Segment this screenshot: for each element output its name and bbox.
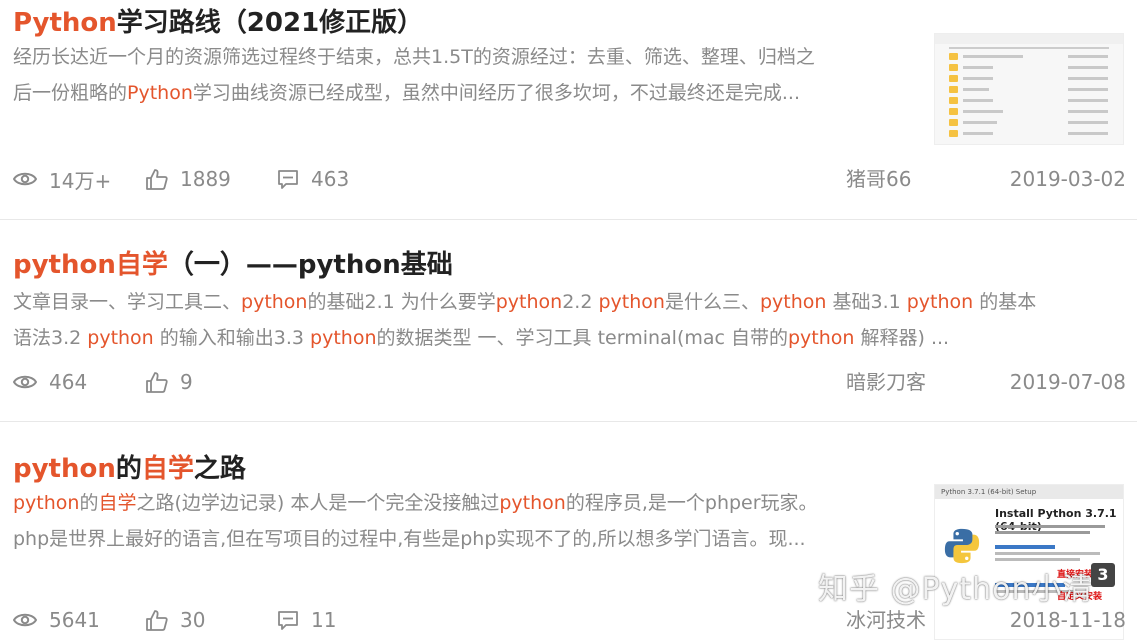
excerpt-line-2: 后一份粗略的Python学习曲线资源已经成型，虽然中间经历了很多坎坷，不过最终还… [13, 82, 801, 104]
folder-icon [949, 64, 1108, 71]
folder-icon [949, 53, 1108, 60]
watermark-badge: 3 [1091, 563, 1115, 587]
installer-window-title: Python 3.7.1 (64-bit) Setup [935, 485, 1123, 499]
installer-text-line [995, 525, 1105, 528]
title-highlight: Python [13, 8, 117, 38]
installer-heading: Install Python 3.7.1 (64-bit) [995, 507, 1117, 533]
result-excerpt[interactable]: 文章目录一、学习工具二、python的基础2.1 为什么要学python2.2 … [13, 284, 1036, 356]
result-meta: 14万+ 1889 463 猪哥66 2019-03-02 [0, 164, 1137, 194]
author-name[interactable]: 冰河技术 [846, 605, 926, 635]
thumbs-up-icon [146, 169, 168, 190]
eye-icon [13, 613, 37, 627]
result-title[interactable]: Python学习路线（2021修正版） [13, 2, 423, 39]
view-count: 5641 [13, 605, 100, 635]
title-text: 之路 [193, 454, 246, 484]
comment-count[interactable]: 463 [277, 164, 349, 194]
like-count[interactable]: 1889 [145, 164, 231, 194]
view-count-value: 5641 [49, 608, 100, 632]
result-excerpt[interactable]: python的自学之路(边学边记录) 本人是一个完全没接触过python的程序员… [13, 485, 818, 557]
author-name[interactable]: 猪哥66 [846, 164, 911, 194]
thumb-header-line [949, 47, 1109, 49]
result-thumbnail[interactable] [934, 33, 1124, 145]
folder-icon [949, 108, 1108, 115]
like-count-value: 30 [180, 608, 206, 632]
excerpt-line-1: 经历长达近一个月的资源筛选过程终于结束，总共1.5T的资源经过：去重、筛选、整理… [13, 46, 815, 68]
installer-text-line [995, 531, 1090, 534]
result-meta: 464 9 暗影刀客 2019-07-08 [0, 367, 1137, 397]
installer-text-line [995, 552, 1100, 555]
folder-icon [949, 130, 1108, 137]
author-name[interactable]: 暗影刀客 [846, 367, 926, 397]
thumbs-up-icon [146, 610, 168, 631]
comment-count-value: 463 [311, 167, 350, 191]
thumb-address-bar [935, 34, 1123, 44]
comment-count[interactable]: 11 [277, 605, 336, 635]
title-highlight: python [13, 454, 116, 484]
result-meta: 5641 30 11 冰河技术 2018-11-18 [0, 605, 1137, 635]
excerpt-line-1: 文章目录一、学习工具二、python的基础2.1 为什么要学python2.2 … [13, 291, 1037, 313]
title-text: 学习路线（2021修正版） [116, 8, 424, 38]
eye-icon [13, 172, 37, 186]
publish-date: 2018-11-18 [1009, 608, 1126, 632]
result-title[interactable]: python自学（一）——python基础 [13, 244, 453, 281]
like-count[interactable]: 30 [145, 605, 205, 635]
excerpt-line-2: 语法3.2 python 的输入和输出3.3 python的数据类型 一、学习工… [13, 327, 950, 349]
thumbs-up-icon [146, 372, 168, 393]
title-highlight: 自学 [141, 454, 194, 484]
folder-icon [949, 119, 1108, 126]
comment-icon [278, 169, 298, 189]
comment-icon [278, 610, 298, 630]
view-count: 14万+ [13, 164, 111, 194]
installer-text-line [995, 558, 1080, 561]
search-result-1[interactable]: Python学习路线（2021修正版） 经历长达近一个月的资源筛选过程终于结束，… [0, 0, 1137, 220]
view-count-value: 464 [49, 370, 88, 394]
view-count: 464 [13, 367, 87, 397]
search-result-2[interactable]: python自学（一）——python基础 文章目录一、学习工具二、python… [0, 220, 1137, 422]
folder-icon [949, 97, 1108, 104]
excerpt-line-1: python的自学之路(边学边记录) 本人是一个完全没接触过python的程序员… [13, 492, 818, 514]
eye-icon [13, 375, 37, 389]
title-highlight: python自学 [13, 250, 168, 280]
comment-count-value: 11 [311, 608, 337, 632]
publish-date: 2019-03-02 [1009, 167, 1126, 191]
result-excerpt[interactable]: 经历长达近一个月的资源筛选过程终于结束，总共1.5T的资源经过：去重、筛选、整理… [13, 39, 815, 111]
install-now-link [995, 545, 1055, 549]
publish-date: 2019-07-08 [1009, 370, 1126, 394]
view-count-value: 14万+ [49, 168, 112, 193]
python-logo-icon [944, 528, 980, 564]
folder-icon [949, 75, 1108, 82]
excerpt-line-2: php是世界上最好的语言,但在写项目的过程中,有些是php实现不了的,所以想多学… [13, 528, 806, 550]
result-title[interactable]: python的自学之路 [13, 448, 246, 485]
title-text: （一）——python基础 [167, 250, 453, 280]
watermark: 知乎 @Python小清 [818, 572, 1094, 607]
folder-icon [949, 86, 1108, 93]
like-count-value: 1889 [180, 167, 231, 191]
like-count-value: 9 [180, 370, 193, 394]
like-count[interactable]: 9 [145, 367, 193, 397]
title-text: 的 [115, 454, 142, 484]
